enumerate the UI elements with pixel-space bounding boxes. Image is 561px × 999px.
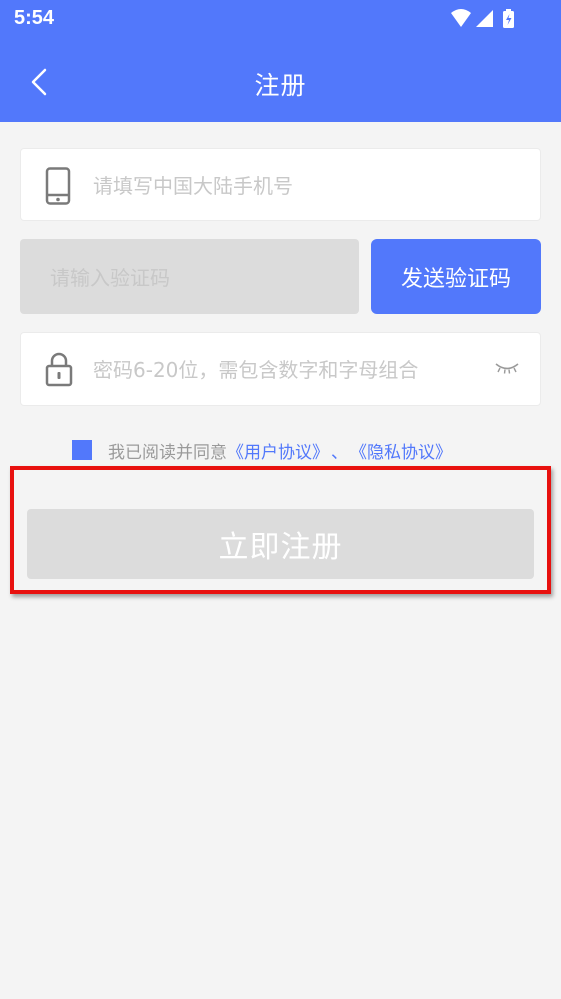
phone-input[interactable] xyxy=(91,149,515,222)
phone-field xyxy=(20,148,541,222)
status-bar: 5:54 xyxy=(0,0,561,42)
status-icons xyxy=(451,9,514,28)
verification-code-field xyxy=(20,239,359,316)
password-input[interactable] xyxy=(91,333,485,407)
password-field xyxy=(20,332,541,407)
send-code-button[interactable]: 发送验证码 xyxy=(371,239,541,314)
agreement-row: 我已阅读并同意 《用户协议》 、 《隐私协议》 xyxy=(72,438,452,463)
privacy-policy-link[interactable]: 《隐私协议》 xyxy=(350,438,452,463)
register-button[interactable]: 立即注册 xyxy=(27,509,534,579)
user-agreement-link[interactable]: 《用户协议》 xyxy=(227,438,329,463)
agreement-checkbox[interactable] xyxy=(72,440,92,460)
agreement-separator: 、 xyxy=(331,442,348,463)
battery-charging-icon xyxy=(503,9,514,28)
wifi-icon xyxy=(451,9,471,27)
status-time: 5:54 xyxy=(14,7,55,29)
phone-icon xyxy=(45,167,71,205)
cellular-signal-icon xyxy=(476,10,493,27)
page-title: 注册 xyxy=(254,71,307,100)
app-bar: 注册 xyxy=(0,42,561,122)
agreement-text: 我已阅读并同意 xyxy=(108,442,227,463)
eye-closed-icon[interactable] xyxy=(494,361,520,375)
lock-icon xyxy=(45,352,73,387)
verification-code-input[interactable] xyxy=(48,239,352,316)
